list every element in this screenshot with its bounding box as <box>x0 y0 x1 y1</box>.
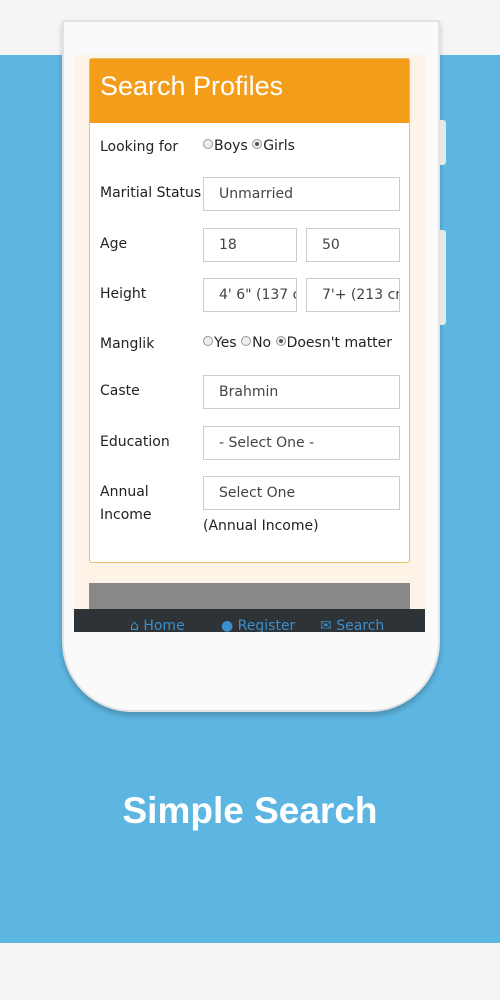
age-label: Age <box>100 236 128 252</box>
height-min-select[interactable]: 4' 6" (137 cm) <box>203 278 297 312</box>
radio-no[interactable] <box>241 336 252 346</box>
radio-girls-label[interactable]: Girls <box>263 138 295 154</box>
radio-doesnt-matter-label[interactable]: Doesn't matter <box>287 335 392 351</box>
marital-status-select[interactable]: Unmarried <box>203 177 400 211</box>
radio-girls[interactable] <box>252 139 263 149</box>
radio-boys-label[interactable]: Boys <box>214 138 248 154</box>
marital-status-label: Maritial Status <box>100 185 202 201</box>
bottom-nav: ⌂ Home ● Register ✉ Search <box>74 609 425 632</box>
caste-select[interactable]: Brahmin <box>203 375 400 409</box>
home-icon: ⌂ <box>130 618 139 632</box>
annual-income-label: Annual Income <box>100 484 152 523</box>
phone-side-button <box>439 230 446 325</box>
nav-search[interactable]: ✉ Search <box>320 618 384 632</box>
age-max-select[interactable]: 50 <box>306 228 400 262</box>
radio-boys[interactable] <box>203 139 213 149</box>
page-title: Search Profiles <box>90 59 409 123</box>
phone-side-button <box>439 120 446 165</box>
search-profiles-card: Search Profiles Looking for Boys Girls M… <box>89 58 410 563</box>
education-label: Education <box>100 434 170 450</box>
annual-income-select[interactable]: Select One <box>203 476 400 510</box>
radio-yes[interactable] <box>203 336 213 346</box>
manglik-label: Manglik <box>100 336 155 352</box>
radio-no-label[interactable]: No <box>252 335 271 351</box>
envelope-icon: ✉ <box>320 618 332 632</box>
radio-yes-label[interactable]: Yes <box>214 335 237 351</box>
looking-for-label: Looking for <box>100 139 179 155</box>
age-min-select[interactable]: 18 <box>203 228 297 262</box>
education-select[interactable]: - Select One - <box>203 426 400 460</box>
radio-doesnt-matter[interactable] <box>275 336 286 346</box>
phone-screen: Search Profiles Looking for Boys Girls M… <box>74 55 425 632</box>
caste-label: Caste <box>100 383 140 399</box>
annual-income-note: (Annual Income) <box>203 518 319 534</box>
user-icon: ● <box>221 618 234 632</box>
height-label: Height <box>100 286 147 302</box>
nav-home[interactable]: ⌂ Home <box>130 618 185 632</box>
nav-register[interactable]: ● Register <box>221 618 295 632</box>
height-max-select[interactable]: 7'+ (213 cm) <box>306 278 400 312</box>
caption: Simple Search <box>122 790 378 831</box>
